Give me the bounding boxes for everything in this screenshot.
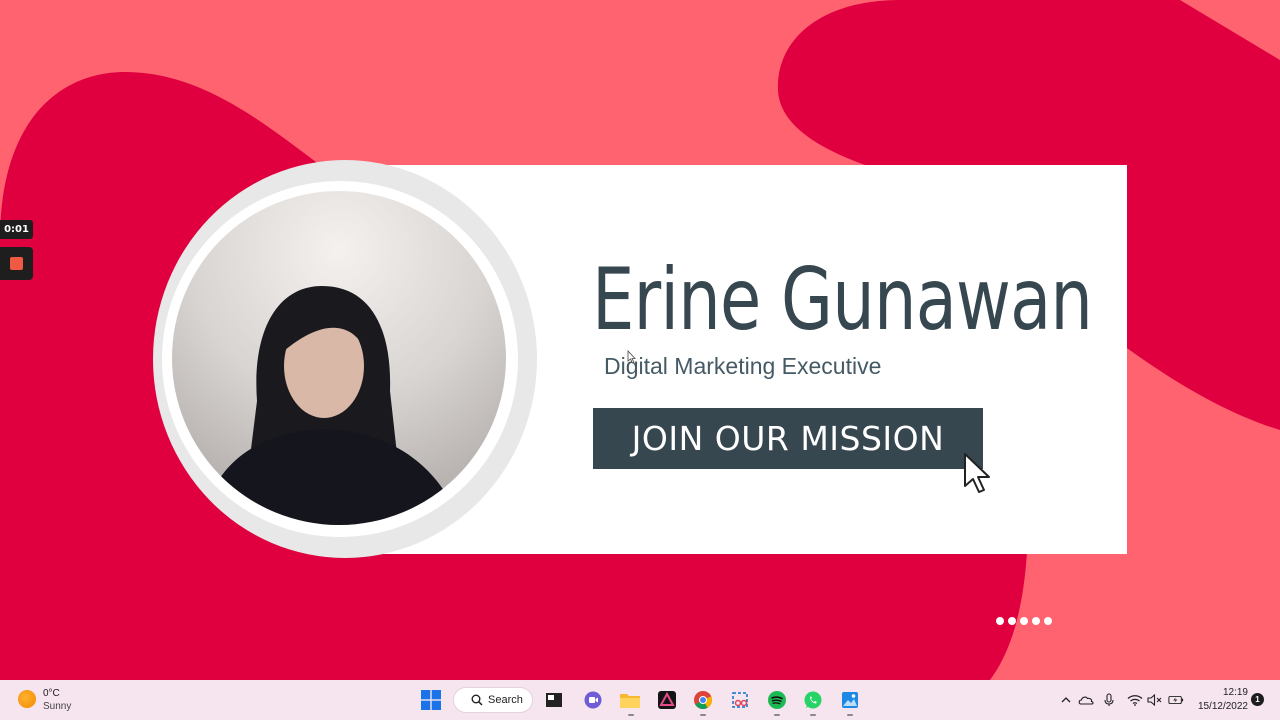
cursor-arrow-icon xyxy=(964,453,990,493)
snipping-tool-icon[interactable] xyxy=(729,689,751,711)
running-indicator xyxy=(700,714,706,716)
taskbar-search[interactable]: Search xyxy=(453,687,533,713)
slide-dot[interactable] xyxy=(1020,617,1028,625)
sun-icon[interactable] xyxy=(18,690,36,708)
chevron-up-icon[interactable] xyxy=(1058,692,1074,708)
file-explorer-icon[interactable] xyxy=(619,689,641,711)
clock-time[interactable]: 12:19 xyxy=(1196,687,1248,698)
whatsapp-icon[interactable] xyxy=(802,689,824,711)
slide-dot[interactable] xyxy=(1008,617,1016,625)
search-label: Search xyxy=(488,694,523,706)
chrome-icon[interactable] xyxy=(692,689,714,711)
slide-dot[interactable] xyxy=(1044,617,1052,625)
wifi-icon[interactable] xyxy=(1127,692,1143,708)
spotify-icon[interactable] xyxy=(766,689,788,711)
weather-condition[interactable]: Sunny xyxy=(43,701,71,712)
clock-date[interactable]: 15/12/2022 xyxy=(1190,701,1248,712)
windows-start-icon[interactable] xyxy=(420,689,442,711)
volume-muted-icon[interactable] xyxy=(1147,692,1163,708)
profile-name: Erine Gunawan xyxy=(592,250,1093,350)
weather-temp[interactable]: 0°C xyxy=(43,688,60,699)
search-icon xyxy=(471,694,483,706)
microphone-icon[interactable] xyxy=(1101,692,1117,708)
photos-icon[interactable] xyxy=(839,689,861,711)
slide-pagination xyxy=(996,617,1052,627)
teams-icon[interactable] xyxy=(582,689,604,711)
running-indicator xyxy=(774,714,780,716)
profile-role: Digital Marketing Executive xyxy=(604,353,882,379)
profile-photo xyxy=(172,191,506,525)
recording-timer: 0:01 xyxy=(0,220,33,239)
onedrive-icon[interactable] xyxy=(1078,692,1094,708)
running-indicator xyxy=(628,714,634,716)
terminal-icon[interactable] xyxy=(543,689,565,711)
mouse-pointer-icon xyxy=(627,350,636,364)
affinity-icon[interactable] xyxy=(656,689,678,711)
running-indicator xyxy=(810,714,816,716)
running-indicator xyxy=(847,714,853,716)
slide-dot[interactable] xyxy=(1032,617,1040,625)
stop-recording-button[interactable] xyxy=(0,247,33,280)
join-mission-button[interactable]: JOIN OUR MISSION xyxy=(593,408,983,469)
notification-badge[interactable]: 1 xyxy=(1251,693,1264,706)
slide-dot[interactable] xyxy=(996,617,1004,625)
battery-icon[interactable] xyxy=(1168,692,1184,708)
